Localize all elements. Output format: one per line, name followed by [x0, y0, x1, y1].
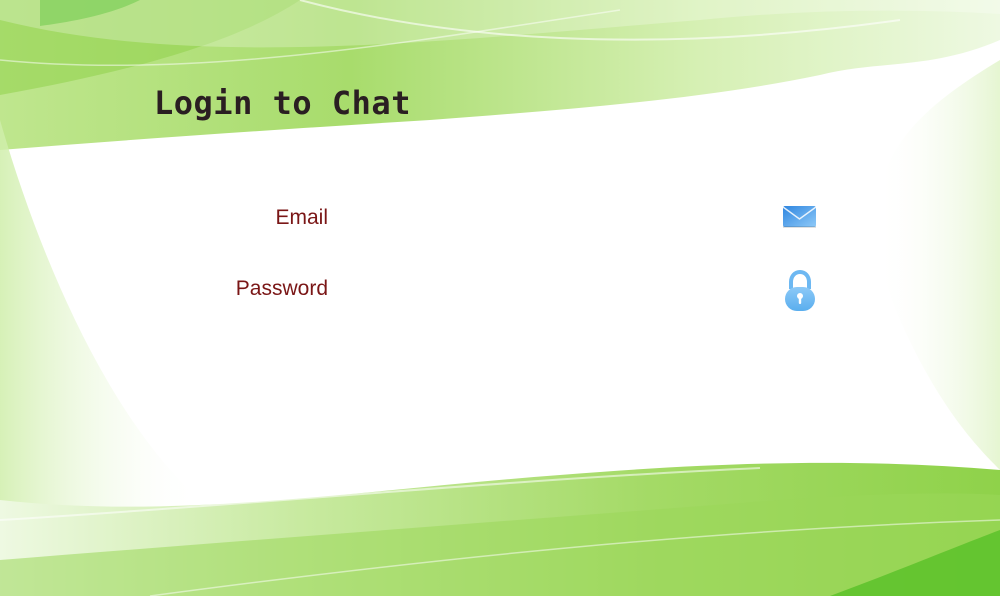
- page-title: Login to Chat: [154, 84, 411, 122]
- password-row: Password: [0, 267, 1000, 311]
- email-label: Email: [275, 206, 328, 229]
- email-row: Email: [0, 196, 1000, 240]
- password-label: Password: [235, 277, 328, 300]
- email-field[interactable]: [345, 198, 775, 238]
- password-field[interactable]: [345, 269, 775, 309]
- login-page: Login to Chat Email Password: [0, 0, 1000, 596]
- lock-icon: [785, 269, 815, 311]
- envelope-icon: [782, 206, 817, 228]
